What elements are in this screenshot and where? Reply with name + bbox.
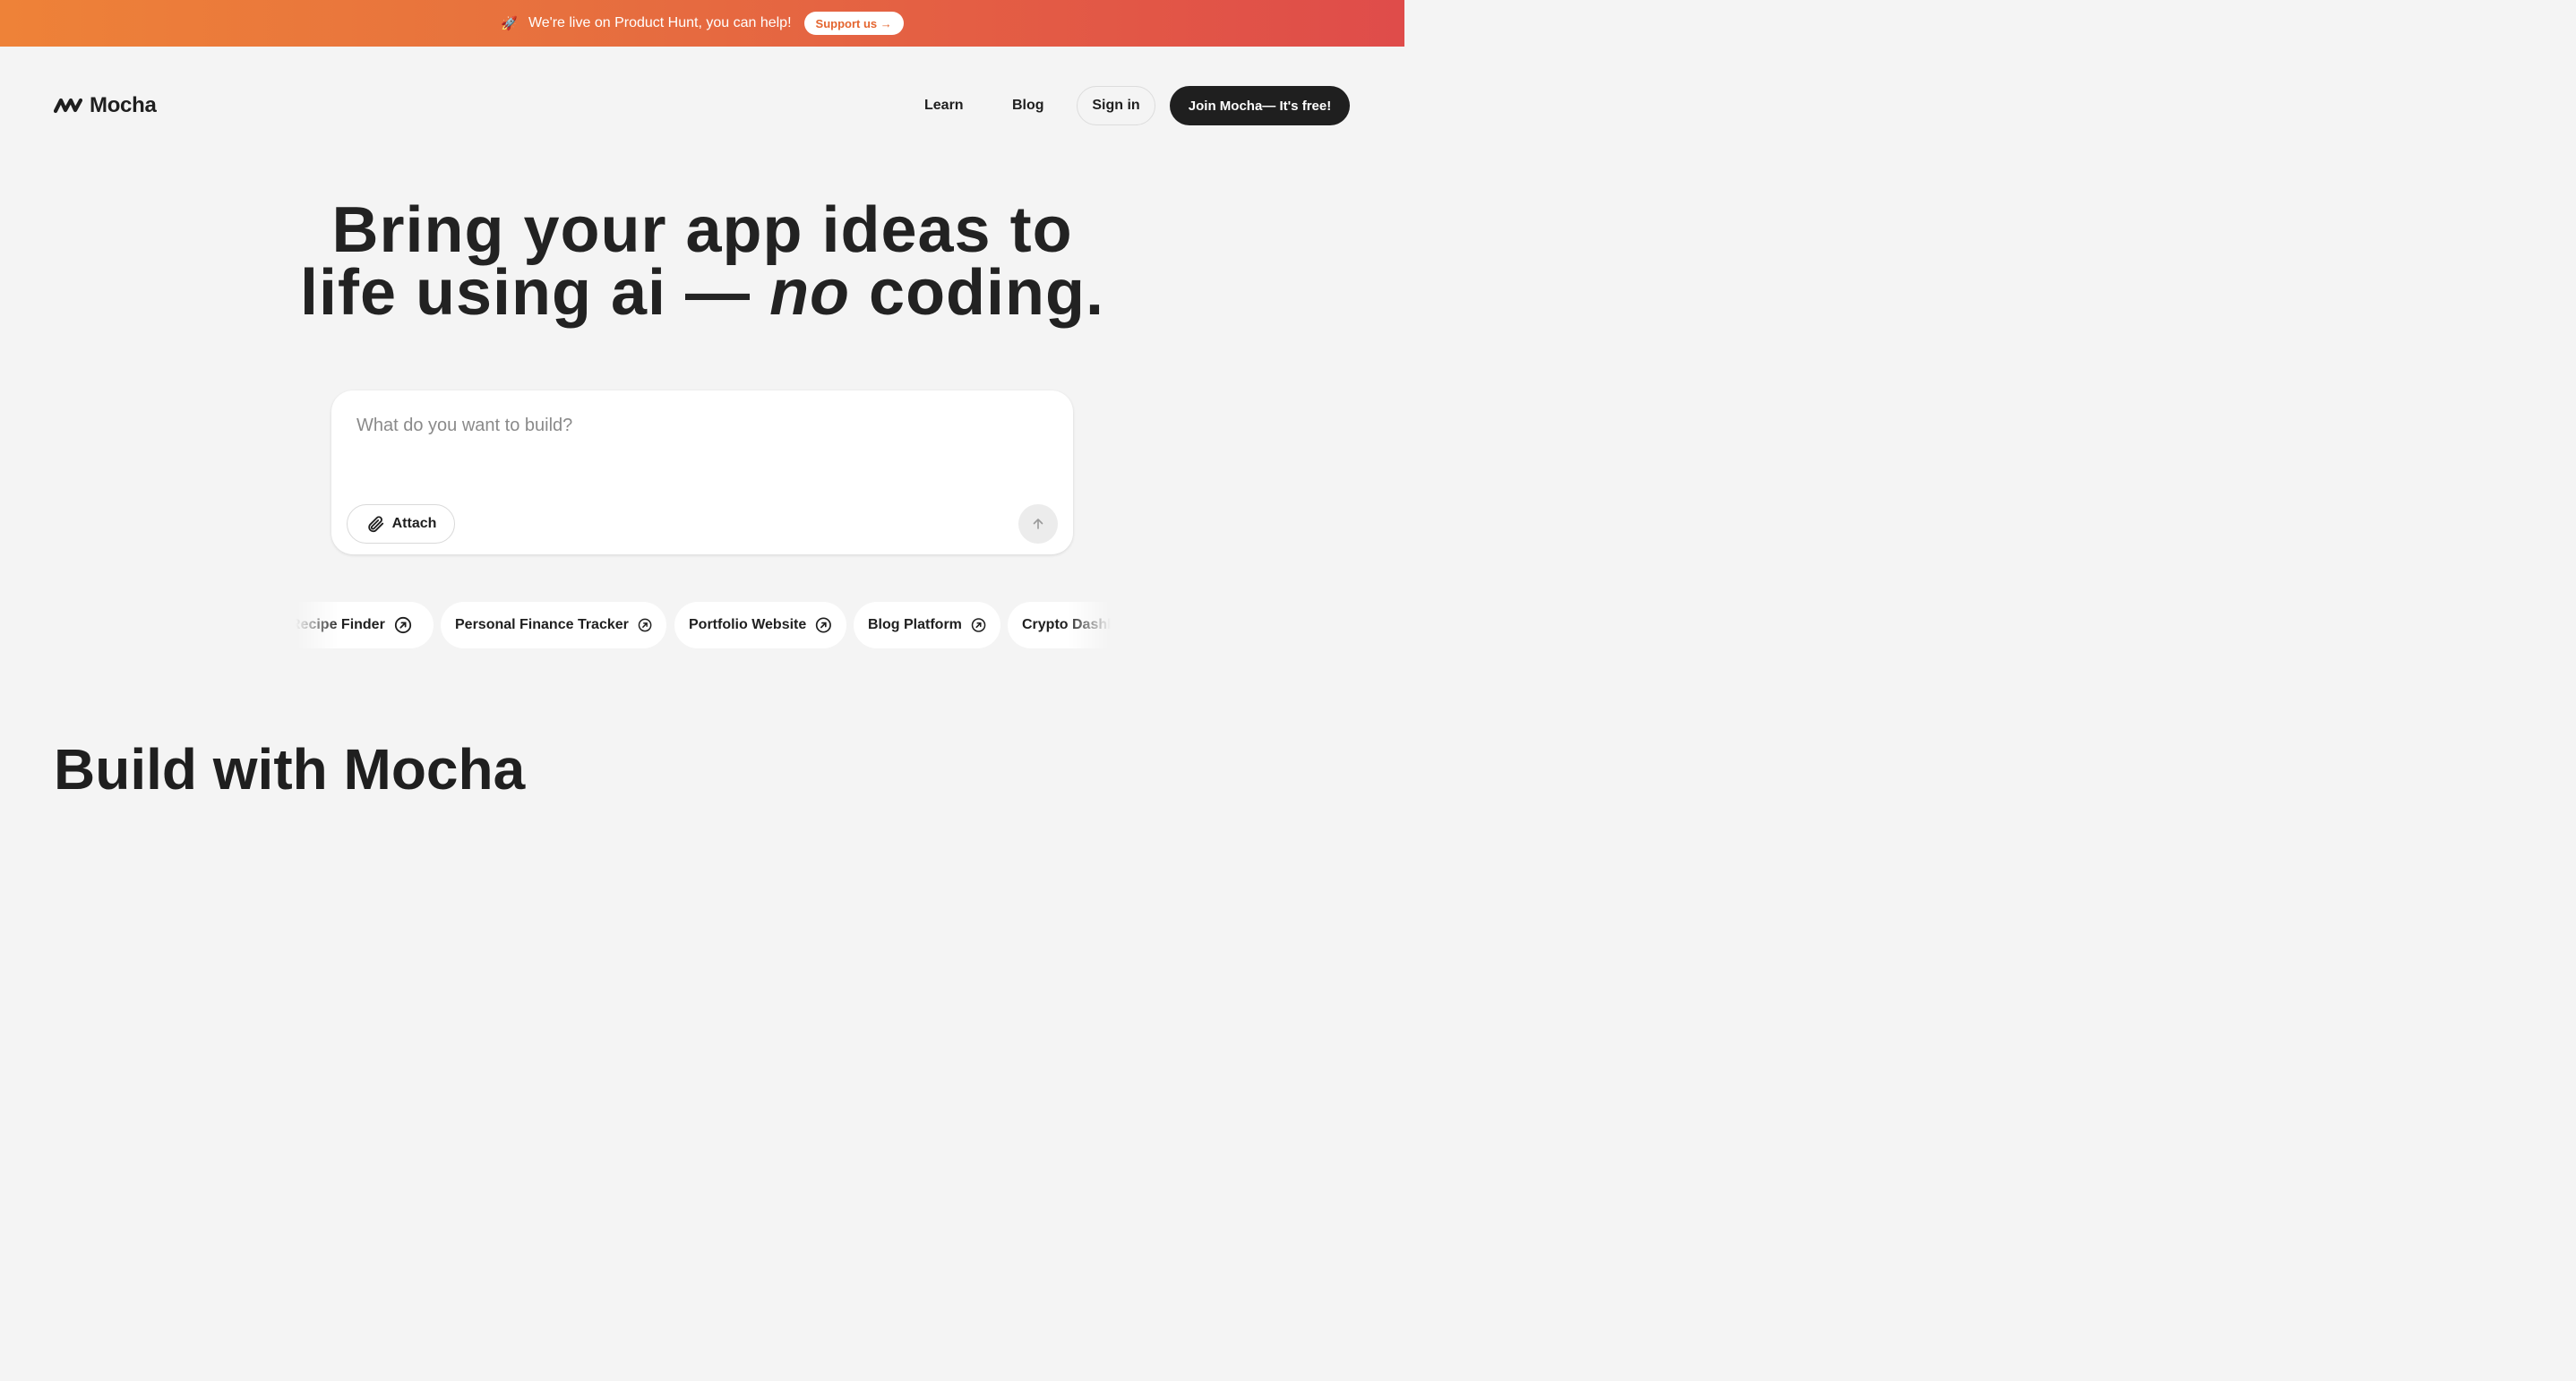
suggestion-label: Recipe Finder <box>296 617 385 632</box>
prompt-box: Attach <box>331 390 1073 554</box>
join-mocha-button[interactable]: Join Mocha— It's free! <box>1170 86 1350 125</box>
hero-line-2-end: coding. <box>850 257 1105 329</box>
hero-line-2: life using ai — no coding. <box>0 261 1404 325</box>
suggestion-label: Personal Finance Tracker <box>455 617 629 632</box>
suggestion-label: Portfolio Website <box>689 617 807 632</box>
suggestions-carousel: Recipe Finder Personal Finance Tracker P… <box>296 602 1111 648</box>
hero-headline: Bring your app ideas to life using ai — … <box>0 194 1404 325</box>
rocket-icon: 🚀 <box>501 15 518 31</box>
logo-text: Mocha <box>90 93 157 117</box>
arrow-up-right-circle-icon <box>394 616 411 634</box>
announcement-banner: 🚀 We're live on Product Hunt, you can he… <box>0 0 1404 47</box>
hero-emphasis: no <box>769 257 851 329</box>
suggestion-chip[interactable]: Personal Finance Tracker <box>441 602 666 648</box>
nav-learn-link[interactable]: Learn <box>924 86 964 125</box>
support-us-button[interactable]: Support us → <box>803 12 904 35</box>
suggestion-label: Blog Platform <box>868 617 962 632</box>
mocha-logo[interactable]: Mocha <box>54 93 157 118</box>
mocha-logo-icon <box>54 98 82 114</box>
banner-content: 🚀 We're live on Product Hunt, you can he… <box>501 12 904 35</box>
arrow-up-right-circle-icon <box>971 618 986 632</box>
attach-button[interactable]: Attach <box>347 504 455 544</box>
suggestion-chip[interactable]: Portfolio Website <box>674 602 846 648</box>
send-button[interactable] <box>1018 504 1058 544</box>
attach-label: Attach <box>391 516 437 531</box>
prompt-input[interactable] <box>355 414 1048 480</box>
suggestion-chip[interactable]: Recipe Finder <box>296 602 434 648</box>
arrow-up-icon <box>1033 519 1043 529</box>
nav-blog-link[interactable]: Blog <box>1012 86 1044 125</box>
paperclip-icon <box>367 516 383 533</box>
arrow-up-right-circle-icon <box>816 617 832 633</box>
hero-line-2-start: life using ai — <box>299 257 770 329</box>
suggestion-label: Crypto Dashboard <box>1022 617 1111 632</box>
arrow-up-right-circle-icon <box>638 618 652 632</box>
suggestion-chip[interactable]: Crypto Dashboard <box>1008 602 1111 648</box>
sign-in-button[interactable]: Sign in <box>1077 86 1155 125</box>
section-title: Build with Mocha <box>54 737 526 802</box>
banner-text: We're live on Product Hunt, you can help… <box>528 15 792 30</box>
suggestion-chip[interactable]: Blog Platform <box>854 602 1000 648</box>
hero-line-1: Bring your app ideas to <box>331 194 1073 266</box>
